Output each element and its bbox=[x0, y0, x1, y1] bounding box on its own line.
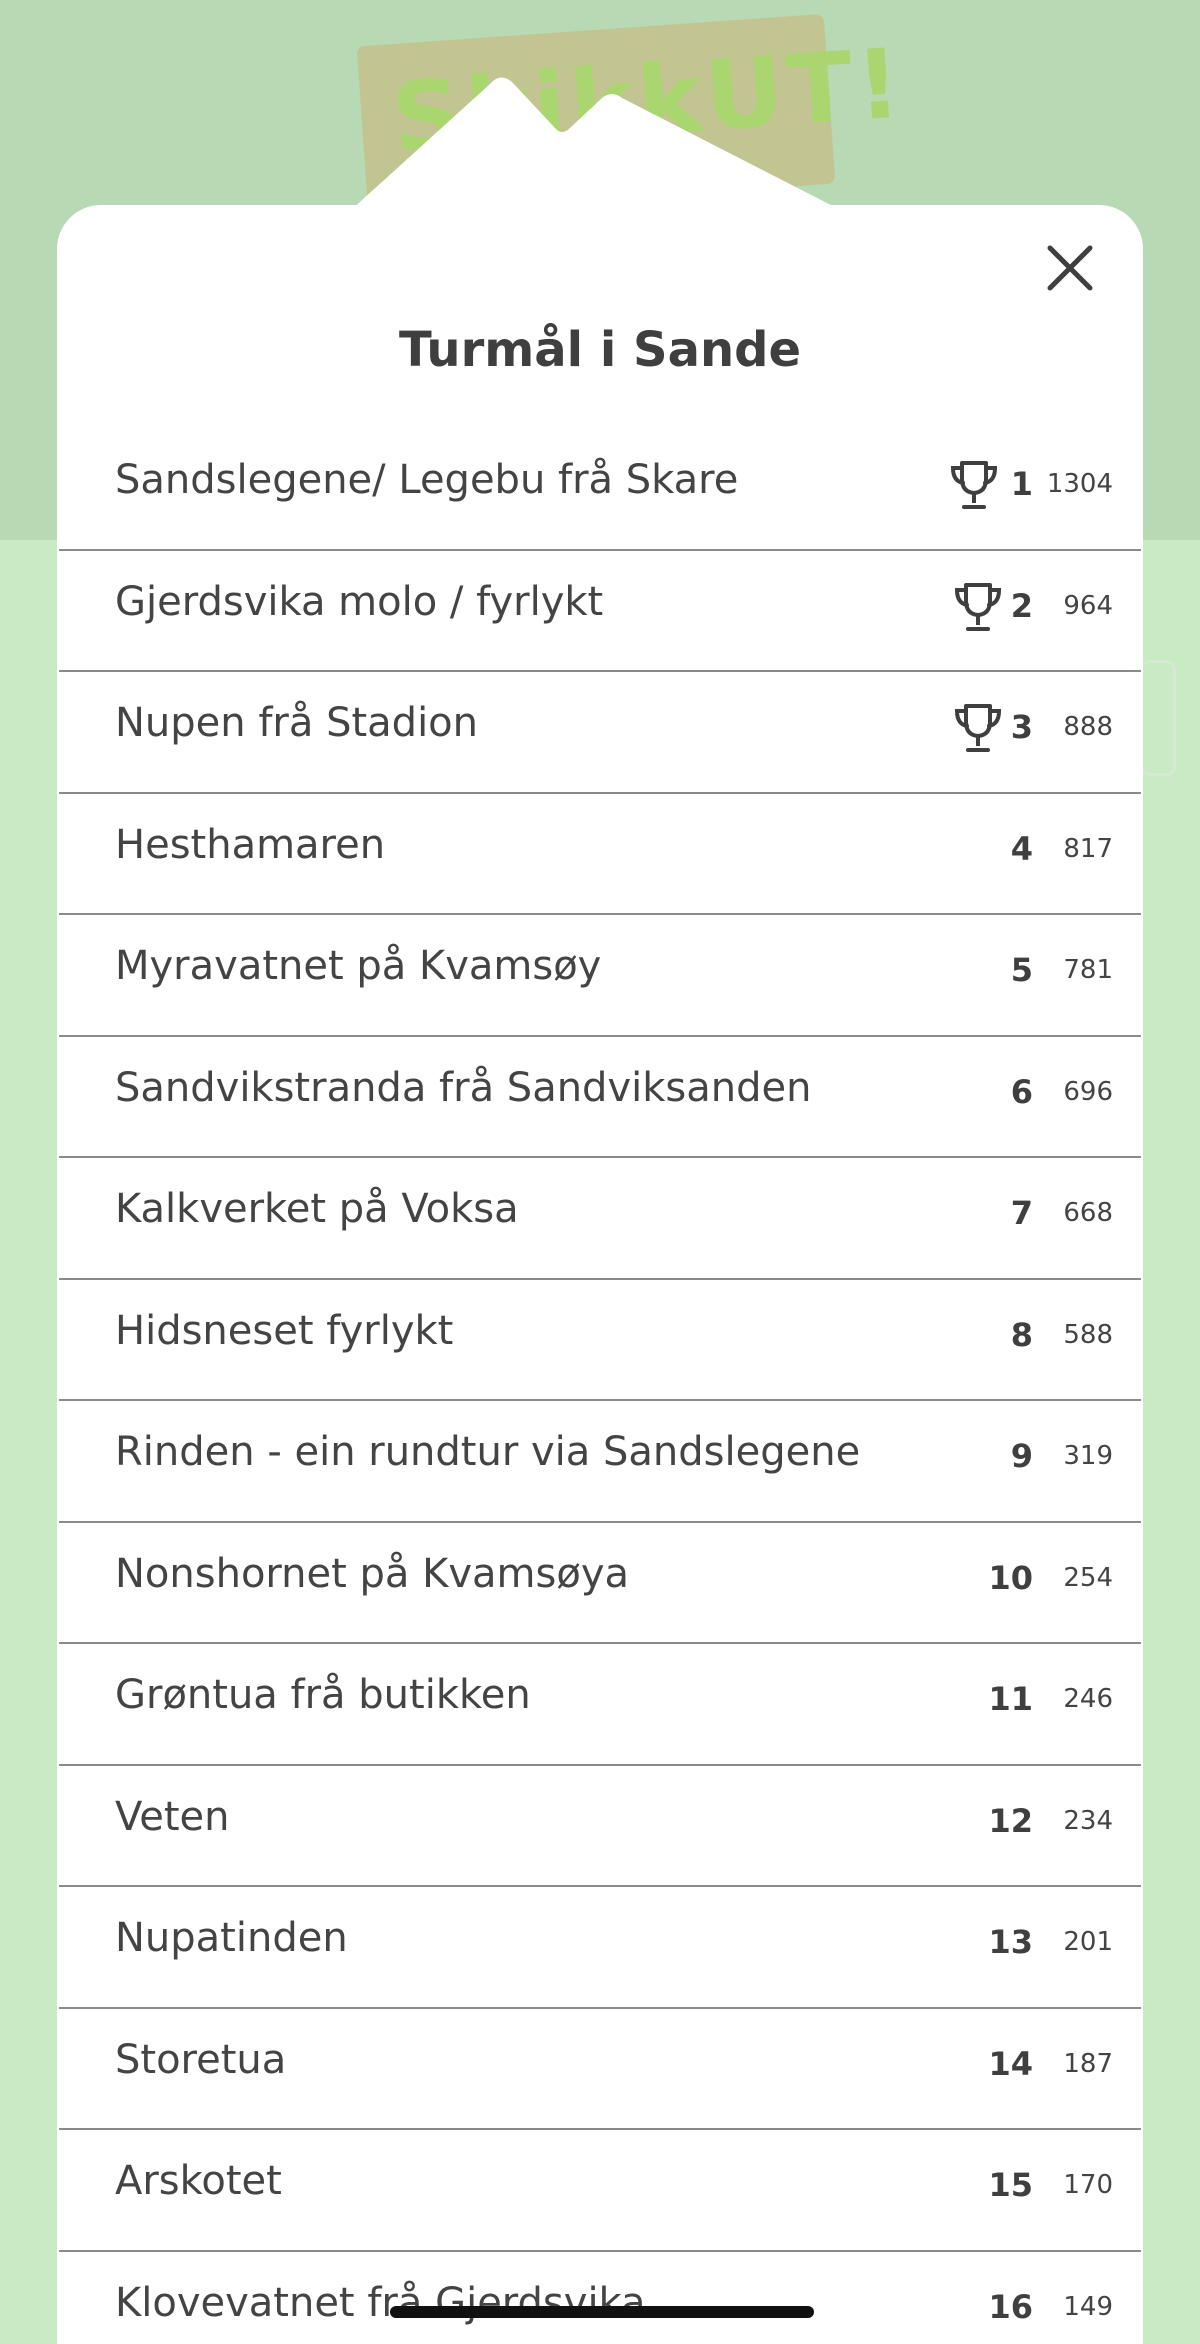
list-item-rank: 14 bbox=[988, 2044, 1033, 2083]
list-item-count: 149 bbox=[1063, 2291, 1113, 2322]
list-item-count: 187 bbox=[1063, 2048, 1113, 2079]
list-item-name: Sandvikstranda frå Sandviksanden bbox=[115, 1064, 812, 1111]
destination-list: Sandslegene/ Legebu frå Skare 1 1304 Gjerds… bbox=[59, 429, 1141, 2344]
list-item[interactable]: Grøntua frå butikken 11 246 bbox=[59, 1644, 1141, 1766]
list-item-count: 319 bbox=[1063, 1441, 1113, 1471]
list-item-count: 246 bbox=[1063, 1684, 1113, 1714]
list-item-name: Nupen frå Stadion bbox=[115, 700, 479, 746]
list-item-count: 254 bbox=[1063, 1562, 1113, 1593]
trophy-icon bbox=[949, 459, 999, 513]
list-item-name: Nupatinden bbox=[115, 1915, 348, 1961]
list-item[interactable]: Nupatinden 13 201 bbox=[59, 1887, 1141, 2009]
list-item[interactable]: Arskotet 15 170 bbox=[59, 2130, 1141, 2252]
list-item[interactable]: Klovevatnet frå Gjerdsvika 16 149 bbox=[59, 2252, 1141, 2344]
home-indicator bbox=[390, 2306, 814, 2318]
list-item-count: 817 bbox=[1063, 833, 1113, 864]
list-item-count: 1304 bbox=[1046, 469, 1113, 499]
background-tab bbox=[1140, 660, 1176, 776]
trophy-icon bbox=[953, 581, 1003, 635]
list-item-rank: 11 bbox=[988, 1680, 1033, 1718]
close-icon bbox=[1047, 245, 1093, 291]
list-item-name: Myravatnet på Kvamsøy bbox=[115, 943, 602, 989]
close-button[interactable] bbox=[1040, 238, 1100, 298]
list-item[interactable]: Nonshornet på Kvamsøya 10 254 bbox=[59, 1523, 1141, 1644]
list-item-name: Kalkverket på Voksa bbox=[115, 1186, 519, 1232]
list-item[interactable]: Hidsneset fyrlykt 8 588 bbox=[59, 1280, 1141, 1401]
list-item[interactable]: Sandslegene/ Legebu frå Skare 1 1304 bbox=[59, 429, 1141, 551]
list-item-count: 964 bbox=[1063, 590, 1113, 621]
list-item-rank: 2 bbox=[1010, 586, 1033, 625]
list-item[interactable]: Sandvikstranda frå Sandviksanden 6 696 bbox=[59, 1037, 1141, 1158]
list-item-count: 696 bbox=[1063, 1076, 1113, 1107]
list-item-count: 588 bbox=[1063, 1319, 1113, 1350]
list-item-name: Hesthamaren bbox=[115, 821, 386, 868]
list-item-count: 170 bbox=[1063, 2170, 1113, 2200]
list-item-rank: 9 bbox=[1010, 1437, 1033, 1475]
list-item-count: 234 bbox=[1063, 1805, 1113, 1836]
list-item-name: Grøntua frå butikken bbox=[115, 1672, 531, 1718]
list-item-name: Hidsneset fyrlykt bbox=[115, 1307, 454, 1354]
list-item-name: Gjerdsvika molo / fyrlykt bbox=[115, 578, 604, 625]
list-item-rank: 4 bbox=[1010, 829, 1033, 868]
list-item-name: Storetua bbox=[115, 2036, 287, 2083]
list-item[interactable]: Kalkverket på Voksa 7 668 bbox=[59, 1158, 1141, 1280]
list-item[interactable]: Hesthamaren 4 817 bbox=[59, 794, 1141, 915]
list-item-name: Veten bbox=[115, 1793, 230, 1840]
list-item-rank: 16 bbox=[988, 2287, 1033, 2326]
list-item-rank: 6 bbox=[1010, 1072, 1033, 1111]
list-item-count: 201 bbox=[1063, 1927, 1113, 1957]
list-item-name: Sandslegene/ Legebu frå Skare bbox=[115, 457, 739, 503]
list-item-rank: 8 bbox=[1010, 1315, 1033, 1354]
list-item-rank: 1 bbox=[1010, 465, 1033, 503]
list-item-rank: 3 bbox=[1010, 708, 1033, 746]
list-item[interactable]: Gjerdsvika molo / fyrlykt 2 964 bbox=[59, 551, 1141, 672]
list-item-rank: 13 bbox=[988, 1923, 1033, 1961]
list-item[interactable]: Myravatnet på Kvamsøy 5 781 bbox=[59, 915, 1141, 1037]
list-item[interactable]: Storetua 14 187 bbox=[59, 2009, 1141, 2130]
list-item[interactable]: Nupen frå Stadion 3 888 bbox=[59, 672, 1141, 794]
list-item-rank: 7 bbox=[1010, 1194, 1033, 1232]
list-item-name: Arskotet bbox=[115, 2158, 282, 2204]
list-item-count: 668 bbox=[1063, 1198, 1113, 1228]
list-item-rank: 15 bbox=[988, 2166, 1033, 2204]
list-item-name: Klovevatnet frå Gjerdsvika bbox=[115, 2279, 646, 2326]
trophy-icon bbox=[953, 702, 1003, 756]
list-item-rank: 10 bbox=[988, 1558, 1033, 1597]
list-item-rank: 5 bbox=[1010, 951, 1033, 989]
list-item-count: 781 bbox=[1063, 955, 1113, 985]
mountain-decoration bbox=[340, 77, 860, 220]
list-item[interactable]: Veten 12 234 bbox=[59, 1766, 1141, 1887]
list-item-name: Nonshornet på Kvamsøya bbox=[115, 1550, 630, 1597]
page-title: Turmål i Sande bbox=[398, 322, 802, 378]
list-item[interactable]: Rinden - ein rundtur via Sandslegene 9 319 bbox=[59, 1401, 1141, 1523]
list-item-rank: 12 bbox=[988, 1801, 1033, 1840]
list-item-name: Rinden - ein rundtur via Sandslegene bbox=[115, 1429, 861, 1475]
list-item-count: 888 bbox=[1063, 712, 1113, 742]
